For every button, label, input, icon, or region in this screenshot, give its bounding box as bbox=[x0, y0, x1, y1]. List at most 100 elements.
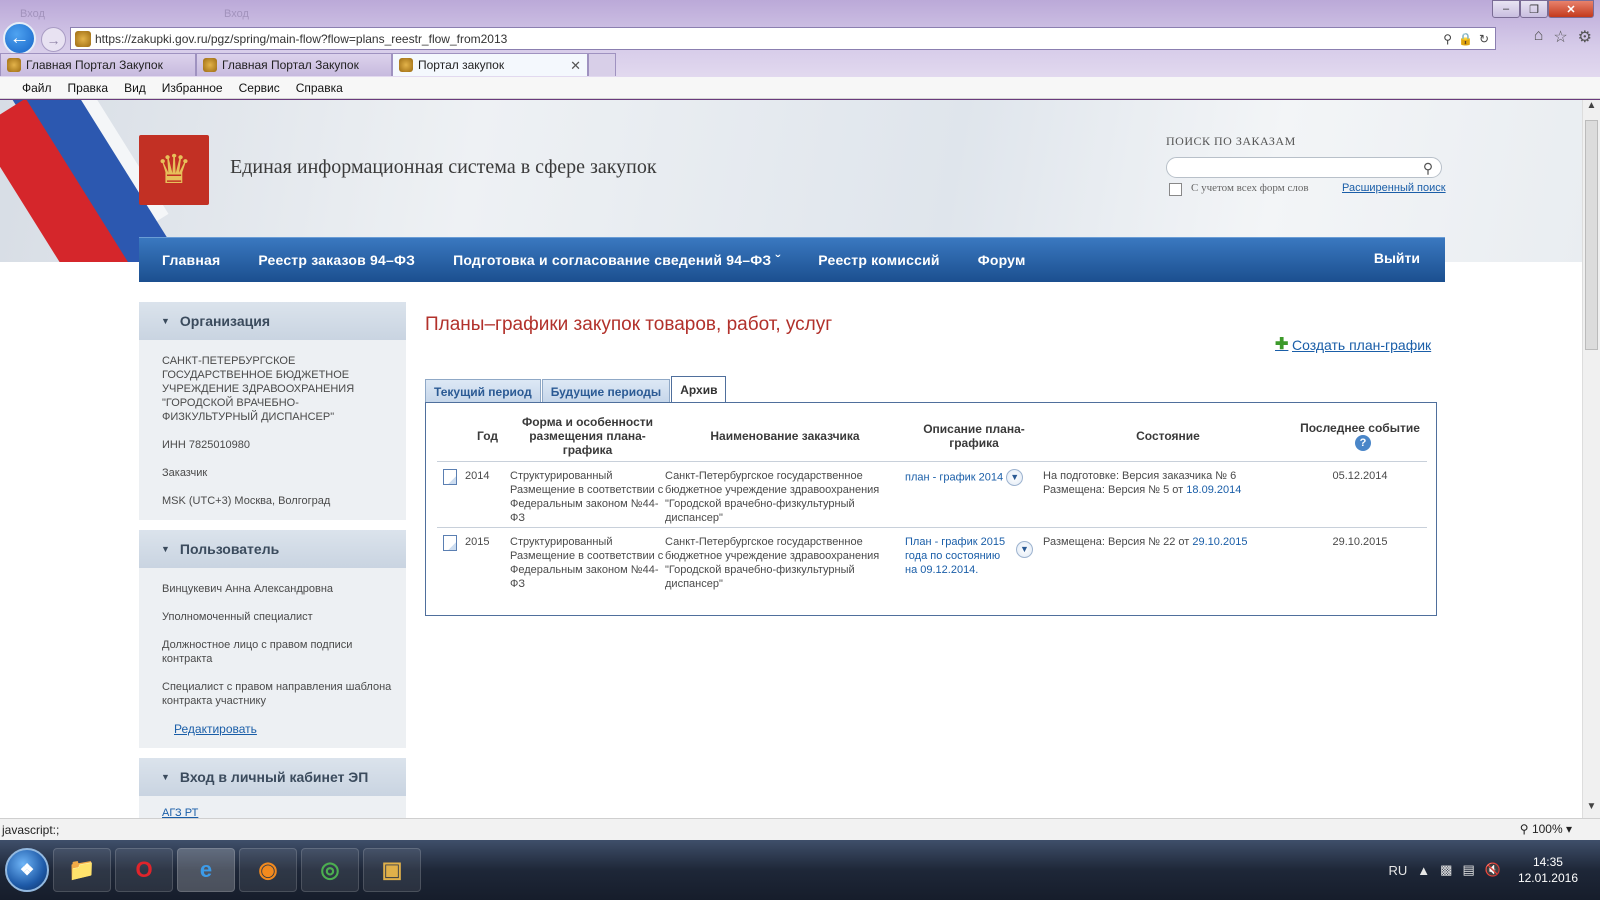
device-icon[interactable]: ▩ bbox=[1440, 862, 1452, 878]
menu-file[interactable]: Файл bbox=[14, 81, 60, 95]
state-date-link[interactable]: 18.09.2014 bbox=[1186, 484, 1241, 496]
ep-cabinet-item[interactable]: АГЗ РТ bbox=[139, 806, 406, 818]
nav-commissions-registry[interactable]: Реестр комиссий bbox=[818, 252, 939, 268]
cell-last-event[interactable]: 05.12.2014 bbox=[1293, 461, 1427, 528]
cell-last-event[interactable]: 29.10.2015 bbox=[1293, 527, 1427, 593]
menu-help[interactable]: Справка bbox=[288, 81, 351, 95]
tab-archive[interactable]: Архив bbox=[671, 376, 727, 403]
volume-muted-icon[interactable]: 🔇 bbox=[1485, 862, 1501, 878]
system-clock[interactable]: 14:35 12.01.2016 bbox=[1518, 854, 1578, 886]
scroll-down-icon[interactable]: ▼ bbox=[1583, 801, 1600, 818]
favorites-star-icon[interactable]: ☆ bbox=[1553, 27, 1567, 47]
menu-favorites[interactable]: Избранное bbox=[154, 81, 231, 95]
coat-of-arms-logo[interactable]: ♛ bbox=[139, 135, 209, 205]
close-window-button[interactable]: ✕ bbox=[1548, 0, 1594, 18]
document-icon[interactable] bbox=[443, 468, 457, 485]
nav-forum[interactable]: Форум bbox=[978, 252, 1026, 268]
search-icon[interactable]: ⚲ bbox=[1443, 32, 1452, 46]
network-icon[interactable]: ▤ bbox=[1462, 862, 1474, 878]
create-plan-link[interactable]: ✚ Создать план-график bbox=[1275, 337, 1431, 354]
cell-year: 2015 bbox=[465, 535, 490, 548]
organization-role: Заказчик bbox=[162, 467, 208, 479]
all-word-forms-label: С учетом всех форм слов bbox=[1191, 182, 1309, 194]
internet-explorer-taskbar-icon[interactable]: e bbox=[177, 848, 235, 892]
table-row: 2015 Структурированный Размещение в соот… bbox=[437, 527, 1427, 593]
taskbar: ❖ 📁 O e ◉ ◎ ▣ RU ▲ ▩ ▤ 🔇 14:35 12.01.201… bbox=[0, 840, 1600, 900]
refresh-icon[interactable]: ↻ bbox=[1479, 32, 1489, 46]
all-word-forms-checkbox[interactable] bbox=[1169, 183, 1182, 196]
ep-cabinet-header[interactable]: ▼ Вход в личный кабинет ЭП bbox=[139, 758, 406, 796]
site-favicon-icon bbox=[75, 30, 91, 47]
user-header[interactable]: ▼ Пользователь bbox=[139, 530, 406, 568]
site-title: Единая информационная система в сфере за… bbox=[230, 156, 657, 178]
tab-favicon-icon bbox=[203, 58, 217, 72]
tab-favicon-icon bbox=[399, 58, 413, 72]
document-icon[interactable] bbox=[443, 534, 457, 551]
search-icon[interactable]: ⚲ bbox=[1418, 158, 1438, 178]
lock-icon[interactable]: 🔒 bbox=[1458, 32, 1473, 46]
advanced-search-link[interactable]: Расширенный поиск bbox=[1342, 182, 1446, 194]
close-tab-icon[interactable]: ✕ bbox=[570, 58, 581, 74]
edit-user-link[interactable]: Редактировать bbox=[139, 722, 406, 736]
column-header-form: Форма и особенности размещения плана-гра… bbox=[510, 411, 665, 462]
address-bar[interactable]: https://zakupki.gov.ru/pgz/spring/main-f… bbox=[70, 27, 1496, 50]
vertical-scrollbar[interactable]: ▲ ▼ bbox=[1582, 100, 1600, 818]
user-card: ▼ Пользователь Винцукевич Анна Александро… bbox=[139, 530, 406, 748]
organization-timezone: MSK (UTC+3) Москва, Волгоград bbox=[162, 495, 331, 507]
minimize-button[interactable]: – bbox=[1492, 0, 1520, 18]
browser-tab[interactable]: Главная Портал Закупок bbox=[0, 53, 196, 76]
nav-home[interactable]: Главная bbox=[162, 252, 220, 268]
user-role: Уполномоченный специалист bbox=[162, 611, 313, 623]
scroll-up-icon[interactable]: ▲ bbox=[1583, 100, 1600, 117]
home-icon[interactable]: ⌂ bbox=[1534, 27, 1544, 47]
tab-current-period[interactable]: Текущий период bbox=[425, 379, 541, 403]
nav-preparation-dropdown[interactable]: Подготовка и согласование сведений 94–ФЗ… bbox=[453, 252, 780, 268]
tab-future-periods[interactable]: Будущие периоды bbox=[541, 379, 671, 403]
back-arrow-icon: ← bbox=[9, 27, 30, 49]
chevron-down-icon[interactable]: ▼ bbox=[1016, 540, 1033, 558]
chrome-taskbar-icon[interactable]: ◎ bbox=[301, 848, 359, 892]
address-url[interactable]: https://zakupki.gov.ru/pgz/spring/main-f… bbox=[95, 32, 1443, 46]
forward-button[interactable]: → bbox=[41, 27, 66, 52]
language-indicator[interactable]: RU bbox=[1389, 863, 1408, 878]
gear-icon[interactable]: ⚙ bbox=[1578, 27, 1592, 47]
maximize-button[interactable]: ❐ bbox=[1520, 0, 1548, 18]
zoom-level[interactable]: ⚲ 100% ▾ bbox=[1520, 822, 1572, 836]
firefox-taskbar-icon[interactable]: ◉ bbox=[239, 848, 297, 892]
address-bar-icons: ⚲ 🔒 ↻ bbox=[1443, 32, 1495, 46]
organization-header[interactable]: ▼ Организация bbox=[139, 302, 406, 340]
archive-app-taskbar-icon[interactable]: ▣ bbox=[363, 848, 421, 892]
cell-customer: Санкт-Петербургское государственное бюдж… bbox=[665, 535, 880, 590]
menu-edit[interactable]: Правка bbox=[60, 81, 117, 95]
file-explorer-taskbar-icon[interactable]: 📁 bbox=[53, 848, 111, 892]
scroll-thumb[interactable] bbox=[1585, 120, 1598, 350]
browser-tab[interactable]: Главная Портал Закупок bbox=[196, 53, 392, 76]
ghost-tab: Вход bbox=[224, 8, 249, 20]
cell-customer: Санкт-Петербургское государственное бюдж… bbox=[665, 461, 905, 528]
start-button[interactable]: ❖ bbox=[5, 848, 49, 892]
logout-button[interactable]: Выйти bbox=[1374, 250, 1420, 266]
window-controls: – ❐ ✕ bbox=[1492, 0, 1594, 18]
background-window-tabs: Вход Вход bbox=[0, 4, 408, 26]
menu-view[interactable]: Вид bbox=[116, 81, 154, 95]
browser-chrome: Вход Вход – ❐ ✕ ← → https://zakupki.gov.… bbox=[0, 0, 1600, 77]
plan-description-link[interactable]: План - график 2015 года по состоянию на … bbox=[905, 535, 1010, 577]
plans-table: Год Форма и особенности размещения плана… bbox=[437, 411, 1427, 593]
opera-taskbar-icon[interactable]: O bbox=[115, 848, 173, 892]
state-date-link[interactable]: 29.10.2015 bbox=[1192, 536, 1247, 548]
new-tab-button[interactable] bbox=[588, 53, 616, 76]
plan-description-link[interactable]: план - график 2014 bbox=[905, 471, 1003, 483]
back-button[interactable]: ← bbox=[3, 22, 36, 55]
nav-orders-registry[interactable]: Реестр заказов 94–ФЗ bbox=[258, 252, 415, 268]
search-input[interactable] bbox=[1166, 157, 1442, 178]
chevron-down-icon[interactable]: ▼ bbox=[1006, 468, 1024, 486]
create-plan-label[interactable]: Создать план-график bbox=[1292, 337, 1431, 353]
browser-tab-active[interactable]: Портал закупок ✕ bbox=[392, 53, 588, 76]
cell-form: Структурированный Размещение в соответст… bbox=[510, 535, 664, 590]
show-hidden-icons-icon[interactable]: ▲ bbox=[1417, 863, 1430, 878]
menu-tools[interactable]: Сервис bbox=[231, 81, 288, 95]
collapse-chevron-icon: ▼ bbox=[161, 544, 170, 554]
help-icon[interactable]: ? bbox=[1355, 434, 1371, 451]
tab-strip: Главная Портал Закупок Главная Портал За… bbox=[0, 53, 616, 77]
user-role: Должностное лицо с правом подписи контра… bbox=[162, 639, 353, 665]
